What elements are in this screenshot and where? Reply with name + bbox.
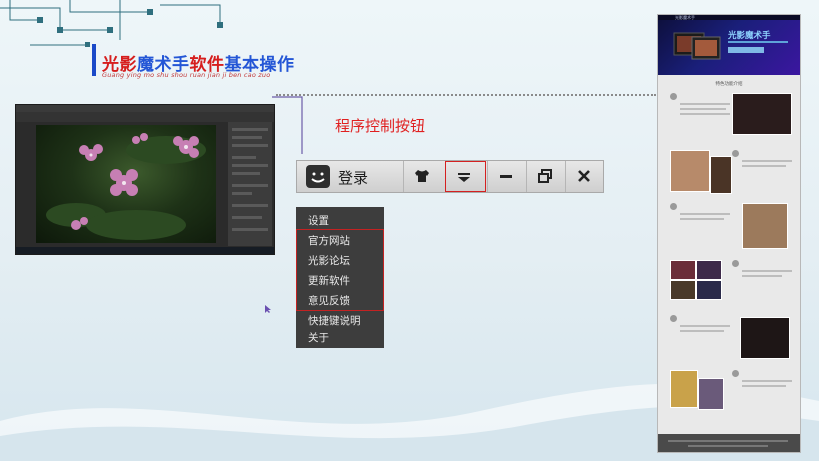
login-button[interactable]: 登录: [338, 167, 368, 188]
restore-icon: [538, 169, 552, 183]
screenshot-menubar: [16, 105, 274, 112]
feature-dot: [732, 370, 739, 377]
banner-title: 光影魔术手: [728, 31, 771, 41]
feature-dot: [670, 315, 677, 322]
callout-label: 程序控制按钮: [335, 117, 426, 135]
feature-image: [670, 370, 698, 408]
menu-highlight-box: [296, 229, 384, 311]
app-screenshot: [15, 104, 275, 255]
menu-item-about[interactable]: 关于: [308, 330, 329, 345]
website-section-heading: 特色功能介绍: [715, 82, 743, 87]
feature-image: [710, 156, 732, 194]
program-control-bar: 登录: [296, 160, 604, 193]
restore-button[interactable]: [526, 161, 563, 192]
smiley-icon[interactable]: [306, 165, 330, 188]
close-icon: [578, 170, 590, 182]
banner-subline: [728, 41, 788, 43]
close-button[interactable]: [565, 161, 602, 192]
title-accent-bar: [92, 44, 96, 76]
screenshot-toolbar: [16, 112, 274, 122]
feature-image: [696, 280, 722, 300]
feature-image: [742, 203, 788, 249]
website-banner: 光影魔术手: [658, 15, 800, 75]
mouse-cursor-icon: [265, 305, 271, 313]
banner-download-button[interactable]: [728, 47, 764, 53]
callout-connector: [272, 96, 303, 154]
minimize-icon: [500, 175, 512, 178]
feature-dot: [732, 260, 739, 267]
feature-image: [698, 378, 724, 410]
feature-image: [696, 260, 722, 280]
feature-image: [732, 93, 792, 135]
menu-item-shortcuts[interactable]: 快捷键说明: [308, 313, 361, 328]
flower-image: [46, 133, 206, 240]
chevron-down-icon: [458, 173, 470, 182]
feature-dot: [670, 203, 677, 210]
skin-button[interactable]: [403, 161, 440, 192]
feature-dot: [670, 93, 677, 100]
banner-screens-image: [673, 32, 721, 60]
menu-item-settings[interactable]: 设置: [308, 213, 329, 228]
feature-image: [670, 260, 696, 280]
minimize-button[interactable]: [487, 161, 524, 192]
feature-image: [670, 150, 710, 192]
flower-photo: [36, 125, 216, 243]
feature-image: [740, 317, 790, 359]
website-logo: 光影魔术手: [675, 15, 695, 20]
screenshot-side-panel: [228, 122, 272, 246]
menu-dropdown-button[interactable]: [445, 161, 486, 192]
screenshot-taskbar: [16, 247, 274, 254]
website-footer: [658, 434, 800, 452]
website-preview: 光影魔术手 光影魔术手 特色功能介绍: [657, 14, 801, 453]
feature-dot: [732, 150, 739, 157]
feature-image: [670, 280, 696, 300]
page-subtitle: Guang ying mo shu shou ruan jian ji ben …: [102, 71, 271, 79]
shirt-icon: [415, 170, 429, 182]
